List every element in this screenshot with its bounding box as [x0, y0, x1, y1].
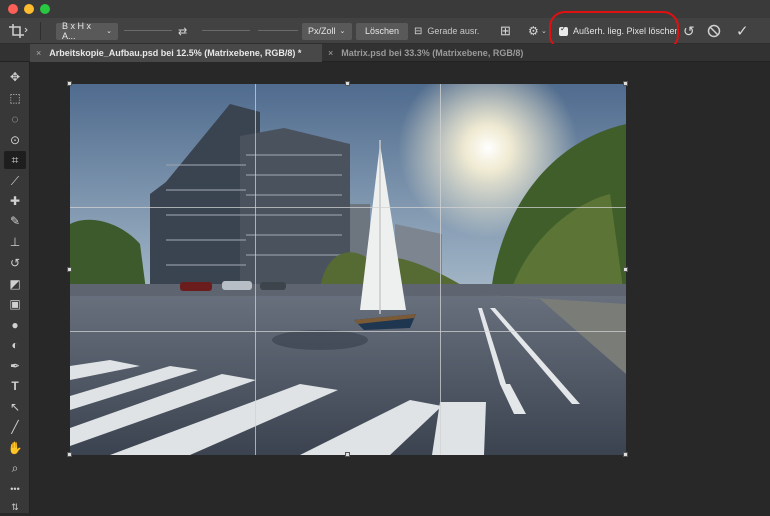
- resolution-field[interactable]: [258, 30, 298, 31]
- ratio-select-value: B x H x A...: [62, 21, 92, 41]
- close-icon[interactable]: ×: [36, 48, 41, 58]
- healing-icon[interactable]: ✚: [4, 192, 26, 210]
- grid-line-v2: [440, 84, 441, 455]
- crop-handle-right[interactable]: [623, 267, 628, 272]
- chevron-down-icon: ⌄: [106, 28, 112, 35]
- clear-button[interactable]: Löschen: [356, 22, 408, 40]
- move-icon[interactable]: ✥: [4, 68, 26, 86]
- crop-handle-left[interactable]: [67, 267, 72, 272]
- straighten-label: Gerade ausr.: [427, 26, 480, 36]
- unit-select[interactable]: Px/Zoll ⌄: [302, 22, 352, 40]
- ratio-select[interactable]: B x H x A... ⌄: [56, 21, 118, 41]
- tab-document-1[interactable]: × Arbeitskopie_Aufbau.psd bei 12.5% (Mat…: [30, 44, 322, 62]
- chevron-down-icon: ⌄: [339, 28, 346, 35]
- width-field[interactable]: [124, 30, 172, 31]
- grid-line-v1: [255, 84, 256, 455]
- swap-dimensions-icon[interactable]: ⇄: [178, 22, 187, 40]
- unit-select-value: Px/Zoll: [308, 26, 336, 36]
- marquee-icon[interactable]: ⬚: [4, 89, 26, 107]
- straighten-icon: ⊟: [414, 25, 423, 37]
- crop-icon[interactable]: ⌗: [4, 151, 26, 169]
- straighten-tool[interactable]: ⊟ Gerade ausr.: [414, 22, 479, 40]
- dodge-icon[interactable]: ◐: [4, 336, 26, 354]
- height-field[interactable]: [202, 30, 250, 31]
- tools-panel: ✥ ⬚ ◌ ⊙ ⌗ ⟋ ✚ ✎ ⊥ ↺ ◩ ▣ ● ◐ ✒ T ↖ ╱ ✋ ⌕ …: [0, 62, 30, 513]
- tab-document-2[interactable]: × Matrix.psd bei 33.3% (Matrixebene, RGB…: [322, 44, 542, 62]
- quick-select-icon[interactable]: ⊙: [4, 131, 26, 149]
- minimize-window-button[interactable]: [24, 4, 34, 14]
- lasso-icon[interactable]: ◌: [4, 110, 26, 128]
- more-icon[interactable]: •••: [4, 480, 26, 498]
- zoom-window-button[interactable]: [40, 4, 50, 14]
- commit-check-icon[interactable]: ✓: [736, 22, 749, 40]
- crop-handle-bottom-left[interactable]: [67, 452, 72, 457]
- blur-icon[interactable]: ●: [4, 316, 26, 334]
- close-window-button[interactable]: [8, 4, 18, 14]
- crop-handle-bottom[interactable]: [345, 452, 350, 457]
- type-icon[interactable]: T: [4, 377, 26, 395]
- brush-icon[interactable]: ✎: [4, 212, 26, 230]
- zoom-icon[interactable]: ⌕: [4, 459, 26, 477]
- hand-icon[interactable]: ✋: [4, 439, 26, 457]
- clear-button-label: Löschen: [356, 22, 408, 40]
- grid-line-h1: [70, 207, 626, 208]
- cancel-icon[interactable]: [707, 22, 721, 40]
- crop-preset-icon[interactable]: [8, 22, 28, 40]
- crop-image[interactable]: [70, 84, 626, 455]
- gradient-icon[interactable]: ▣: [4, 295, 26, 313]
- chevron-down-icon: ⌄: [541, 28, 547, 35]
- eraser-icon[interactable]: ◩: [4, 275, 26, 293]
- crop-handle-bottom-right[interactable]: [623, 452, 628, 457]
- swap-colors-icon[interactable]: ⇅: [4, 498, 26, 516]
- tab-label: Matrix.psd bei 33.3% (Matrixebene, RGB/8…: [341, 48, 524, 58]
- path-select-icon[interactable]: ↖: [4, 398, 26, 416]
- eyedropper-icon[interactable]: ⟋: [4, 172, 26, 190]
- crop-handle-top[interactable]: [345, 81, 350, 86]
- gear-icon[interactable]: ⚙: [528, 22, 539, 40]
- reset-icon[interactable]: ↺: [683, 22, 695, 40]
- grid-line-h2: [70, 331, 626, 332]
- document-tabs: × Arbeitskopie_Aufbau.psd bei 12.5% (Mat…: [0, 44, 770, 62]
- grid-overlay-icon[interactable]: ⊞: [500, 22, 511, 40]
- tab-label: Arbeitskopie_Aufbau.psd bei 12.5% (Matri…: [49, 48, 302, 58]
- history-brush-icon[interactable]: ↺: [4, 254, 26, 272]
- stamp-icon[interactable]: ⊥: [4, 233, 26, 251]
- line-icon[interactable]: ╱: [4, 418, 26, 436]
- pen-icon[interactable]: ✒: [4, 357, 26, 375]
- close-icon[interactable]: ×: [328, 48, 333, 58]
- crop-handle-top-right[interactable]: [623, 81, 628, 86]
- crop-handle-top-left[interactable]: [67, 81, 72, 86]
